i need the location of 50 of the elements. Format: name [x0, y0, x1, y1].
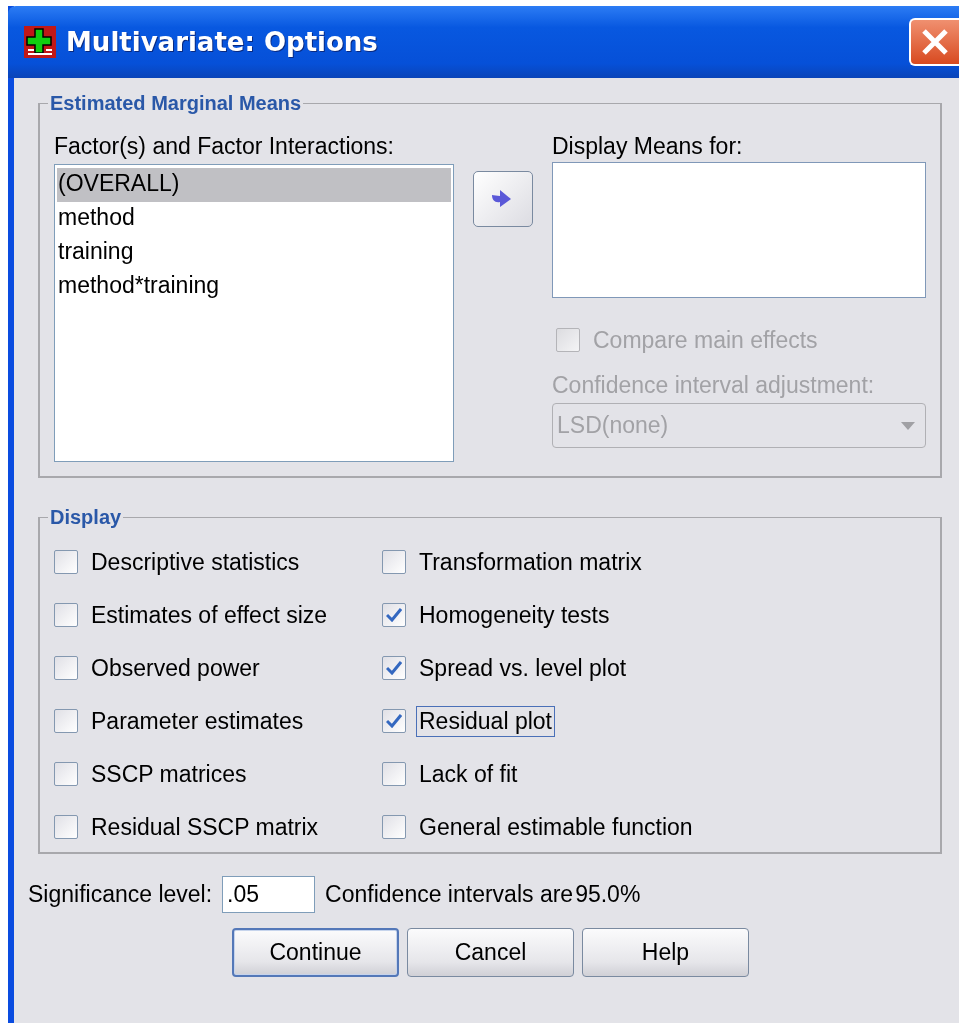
- move-button[interactable]: [473, 171, 533, 227]
- combo-label: Confidence interval adjustment:: [552, 372, 876, 399]
- checkbox-label[interactable]: Spread vs. level plot: [416, 652, 630, 684]
- checkbox-label[interactable]: Observed power: [88, 652, 263, 684]
- checkbox[interactable]: [382, 709, 406, 733]
- checkbox-label[interactable]: Residual plot: [416, 705, 555, 737]
- checkbox-label[interactable]: Homogeneity tests: [416, 599, 613, 631]
- checkbox[interactable]: [54, 603, 78, 627]
- checkbox-label[interactable]: SSCP matrices: [88, 758, 250, 790]
- app-icon: [24, 26, 56, 58]
- checkbox-label[interactable]: Descriptive statistics: [88, 546, 303, 578]
- check-icon: [386, 661, 402, 675]
- list-item[interactable]: method: [57, 202, 451, 236]
- checkbox[interactable]: [382, 550, 406, 574]
- check-icon: [386, 608, 402, 622]
- close-button[interactable]: [909, 18, 959, 66]
- confidence-value: 95.0%: [575, 881, 641, 908]
- dialog-button[interactable]: Cancel: [407, 928, 574, 977]
- group-title: Display: [49, 506, 123, 529]
- significance-field[interactable]: .05: [222, 876, 316, 913]
- checkbox-label[interactable]: Lack of fit: [416, 758, 521, 790]
- dialog-button[interactable]: Continue: [232, 928, 399, 977]
- list-item[interactable]: training: [57, 236, 451, 270]
- checkbox[interactable]: [54, 815, 78, 839]
- factor-list[interactable]: (OVERALL) method training method*training: [54, 164, 454, 462]
- checkbox[interactable]: [54, 709, 78, 733]
- list-item[interactable]: method*training: [57, 270, 451, 304]
- checkbox[interactable]: [382, 762, 406, 786]
- checkbox-label[interactable]: Residual SSCP matrix: [88, 811, 322, 843]
- list-label: Display Means for:: [552, 133, 744, 160]
- window-title: Multivariate: Options: [66, 27, 378, 57]
- checkbox[interactable]: [382, 603, 406, 627]
- group-title: Estimated Marginal Means: [49, 92, 303, 115]
- confidence-note: Confidence intervals are: [325, 881, 574, 908]
- list-item[interactable]: (OVERALL): [57, 168, 451, 202]
- checkbox-label[interactable]: Transformation matrix: [416, 546, 645, 578]
- close-icon: [920, 27, 950, 57]
- checkbox[interactable]: [54, 656, 78, 680]
- checkbox[interactable]: [382, 815, 406, 839]
- check-icon: [386, 714, 402, 728]
- checkbox-label[interactable]: General estimable function: [416, 811, 696, 843]
- checkbox-label[interactable]: Estimates of effect size: [88, 599, 331, 631]
- field-label: Significance level:: [28, 881, 213, 908]
- dropdown-icon: [901, 421, 915, 430]
- checkbox-label[interactable]: Parameter estimates: [88, 705, 307, 737]
- checkbox[interactable]: [382, 656, 406, 680]
- dialog-button[interactable]: Help: [582, 928, 749, 977]
- checkbox[interactable]: [54, 762, 78, 786]
- checkbox[interactable]: [54, 550, 78, 574]
- list-label: Factor(s) and Factor Interactions:: [54, 133, 395, 160]
